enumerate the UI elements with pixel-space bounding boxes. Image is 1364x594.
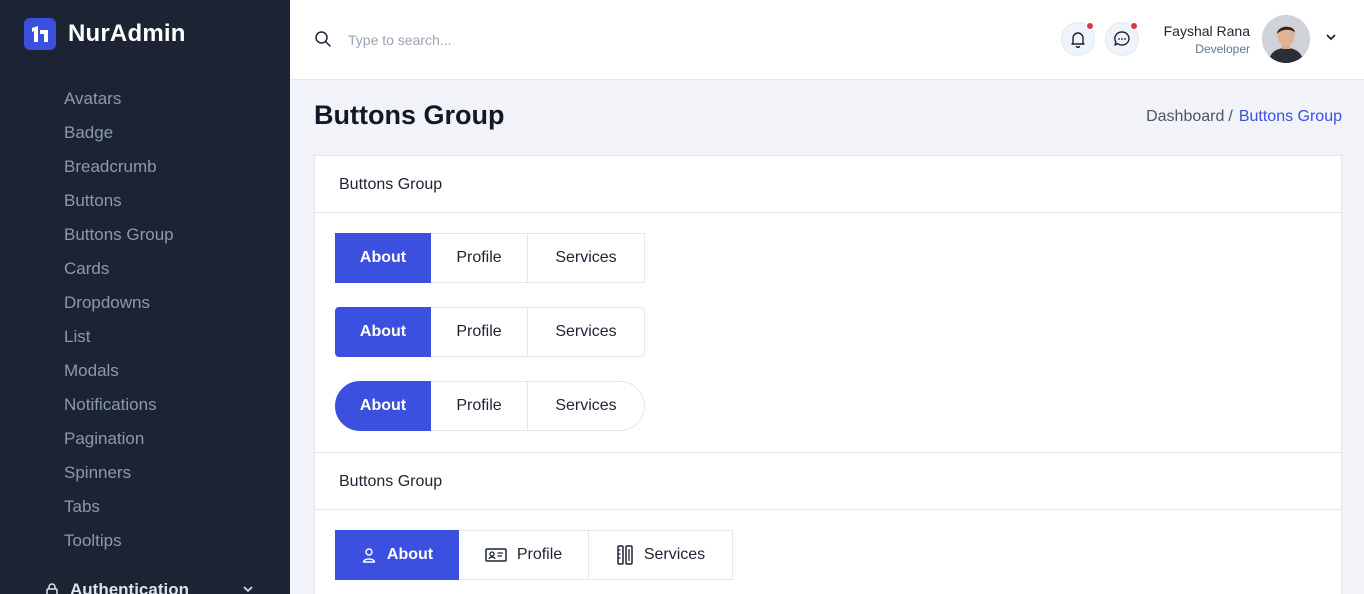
breadcrumb: Dashboard / Buttons Group — [1146, 108, 1342, 126]
about-button[interactable]: About — [335, 233, 431, 283]
about-button[interactable]: About — [335, 307, 431, 357]
chat-icon — [1114, 31, 1130, 46]
breadcrumb-separator: / — [1228, 108, 1233, 125]
card-title: Buttons Group — [315, 156, 1341, 213]
services-button-label: Services — [643, 546, 706, 563]
sidebar-item-cards[interactable]: Cards — [0, 252, 290, 286]
about-button[interactable]: About — [335, 381, 431, 431]
about-button[interactable]: About — [335, 530, 459, 580]
sidebar-section-authentication[interactable]: Authentication — [44, 580, 254, 594]
tools-icon — [616, 545, 634, 565]
id-card-icon — [485, 547, 507, 563]
avatar[interactable] — [1262, 15, 1310, 63]
buttons-group-card: Buttons Group About Profile Services Abo… — [314, 155, 1342, 453]
sidebar: NurAdmin Avatars Badge Breadcrumb Button… — [0, 0, 290, 594]
breadcrumb-current: Buttons Group — [1238, 108, 1342, 125]
notification-button[interactable] — [1061, 22, 1095, 56]
sidebar-item-buttons[interactable]: Buttons — [0, 184, 290, 218]
button-group-pill: About Profile Services — [335, 381, 645, 431]
brand-name: NurAdmin — [68, 20, 186, 47]
sidebar-item-tooltips[interactable]: Tooltips — [0, 524, 290, 558]
page-title: Buttons Group — [314, 100, 505, 130]
buttons-group-icons-card: Buttons Group About Profile Services — [314, 452, 1342, 594]
brand-logo-icon — [24, 18, 56, 50]
sidebar-item-spinners[interactable]: Spinners — [0, 456, 290, 490]
sidebar-item-tabs[interactable]: Tabs — [0, 490, 290, 524]
sidebar-item-avatars[interactable]: Avatars — [0, 82, 290, 116]
sidebar-item-buttons-group[interactable]: Buttons Group — [0, 218, 290, 252]
sidebar-item-dropdowns[interactable]: Dropdowns — [0, 286, 290, 320]
messages-button[interactable] — [1105, 22, 1139, 56]
sidebar-section-label: Authentication — [70, 580, 189, 594]
user-icon — [361, 547, 377, 563]
services-button[interactable]: Services — [589, 530, 733, 580]
breadcrumb-link-dashboard[interactable]: Dashboard — [1146, 108, 1224, 126]
sidebar-item-pagination[interactable]: Pagination — [0, 422, 290, 456]
sidebar-item-badge[interactable]: Badge — [0, 116, 290, 150]
message-dot — [1130, 22, 1138, 30]
search-icon[interactable] — [314, 30, 332, 53]
sidebar-item-breadcrumb[interactable]: Breadcrumb — [0, 150, 290, 184]
notification-dot — [1086, 22, 1094, 30]
lock-icon — [44, 582, 60, 594]
brand[interactable]: NurAdmin — [24, 18, 186, 50]
button-group-rounded: About Profile Services — [335, 307, 645, 357]
services-button[interactable]: Services — [528, 381, 645, 431]
profile-button[interactable]: Profile — [459, 530, 589, 580]
bell-icon — [1071, 32, 1085, 48]
sidebar-item-notifications[interactable]: Notifications — [0, 388, 290, 422]
profile-button[interactable]: Profile — [431, 233, 528, 283]
profile-button[interactable]: Profile — [431, 307, 528, 357]
sidebar-menu: Avatars Badge Breadcrumb Buttons Buttons… — [0, 82, 290, 558]
services-button[interactable]: Services — [528, 233, 645, 283]
sidebar-item-list[interactable]: List — [0, 320, 290, 354]
about-button-label: About — [386, 546, 434, 563]
user-role: Developer — [1195, 42, 1250, 56]
top-header: Fayshal Rana Developer — [290, 0, 1364, 80]
card-title: Buttons Group — [315, 453, 1341, 510]
profile-button[interactable]: Profile — [431, 381, 528, 431]
user-menu-chevron-icon[interactable] — [1324, 30, 1338, 49]
button-group-with-icons: About Profile Services — [335, 530, 733, 580]
sidebar-item-modals[interactable]: Modals — [0, 354, 290, 388]
user-name: Fayshal Rana — [1163, 23, 1250, 39]
button-group-square: About Profile Services — [335, 233, 645, 283]
search-input[interactable] — [348, 28, 648, 52]
services-button[interactable]: Services — [528, 307, 645, 357]
chevron-down-icon — [242, 580, 254, 594]
profile-button-label: Profile — [516, 546, 563, 563]
